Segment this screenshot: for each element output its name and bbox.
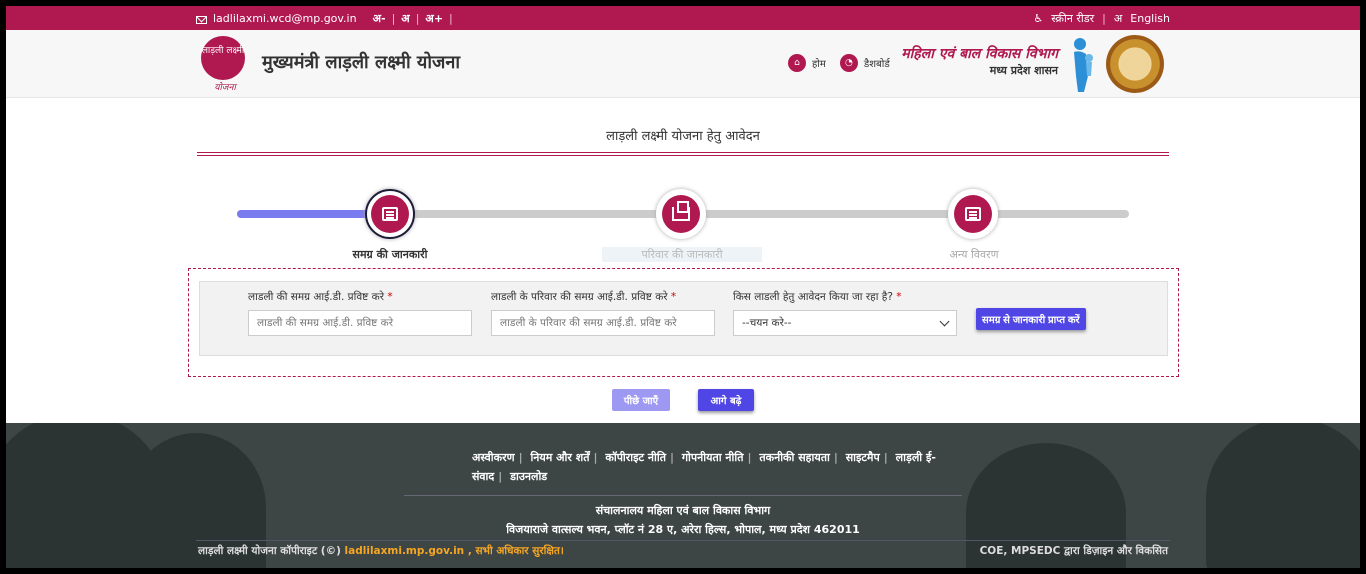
site-header: लाड़ली लक्ष्मी योजना मुख्यमंत्री लाड़ली …	[6, 30, 1360, 98]
footer-link-sitemap[interactable]: साइटमैप	[846, 451, 880, 464]
site-title: मुख्यमंत्री लाड़ली लक्ष्मी योजना	[262, 52, 461, 73]
page-frame: ladlilaxmi.wcd@mp.gov.in अ- | अ | अ+ | ♿…	[6, 6, 1360, 568]
home-icon[interactable]: ⌂	[788, 54, 806, 72]
next-button[interactable]: आगे बढ़े	[698, 389, 754, 411]
home-link[interactable]: होम	[812, 56, 826, 70]
list-icon	[965, 207, 981, 221]
font-normal-button[interactable]: अ	[401, 11, 409, 26]
email-link[interactable]: ladlilaxmi.wcd@mp.gov.in	[213, 12, 357, 25]
footer-link-support[interactable]: तकनीकी सहायता	[759, 451, 829, 464]
site-logo[interactable]: लाड़ली लक्ष्मी योजना	[201, 36, 249, 93]
site-footer: अस्वीकरण | नियम और शर्तें | कॉपीराइट नीति |…	[6, 423, 1360, 568]
step-1-circle[interactable]	[365, 189, 415, 239]
top-bar: ladlilaxmi.wcd@mp.gov.in अ- | अ | अ+ | ♿…	[6, 6, 1360, 30]
footer-link-privacy[interactable]: गोपनीयता नीति	[682, 451, 744, 464]
copyright-link[interactable]: ladlilaxmi.mp.gov.in , सभी अधिकार सुरक्ष…	[345, 545, 564, 557]
copyright-text: लाड़ली लक्ष्मी योजना कॉपीराइट (©) ladlil…	[198, 545, 564, 557]
list-icon	[382, 207, 398, 221]
step-2-label: परिवार की जानकारी	[602, 247, 762, 262]
mother-child-figure-icon	[1074, 38, 1093, 92]
step-3-label: अन्य विवरण	[949, 248, 999, 261]
form-panel: लाडली की समग्र आई.डी. प्रविष्ट करे * लाड…	[199, 281, 1168, 356]
applicant-select-value: --चयन करे--	[742, 317, 792, 329]
inbox-check-icon	[672, 201, 690, 221]
samagra-id-label: लाडली की समग्र आई.डी. प्रविष्ट करे *	[248, 291, 393, 303]
font-decrease-button[interactable]: अ-	[373, 11, 386, 26]
header-nav: ⌂ होम ◔ डैशबोर्ड	[788, 54, 890, 72]
footer-link-terms[interactable]: नियम और शर्तें	[530, 451, 589, 464]
samagra-id-field: लाडली की समग्र आई.डी. प्रविष्ट करे *	[248, 290, 474, 336]
logo-circle: लाड़ली लक्ष्मी	[201, 36, 245, 80]
family-samagra-id-field: लाडली के परिवार की समग्र आई.डी. प्रविष्ट…	[491, 290, 717, 336]
language-link[interactable]: English	[1130, 12, 1170, 25]
mp-government-emblem	[1106, 35, 1164, 93]
dashboard-icon[interactable]: ◔	[839, 54, 858, 72]
step-2-circle[interactable]	[656, 189, 706, 239]
dashboard-link[interactable]: डैशबोर्ड	[864, 56, 890, 70]
footer-address-line-2: विजयाराजे वात्सल्य भवन, प्लॉट नं 28 ए, अ…	[506, 523, 860, 536]
department-name: महिला एवं बाल विकास विभाग मध्य प्रदेश शा…	[892, 44, 1058, 78]
accessibility-icon: ♿	[1033, 12, 1044, 25]
footer-link-copyright[interactable]: कॉपीराइट नीति	[605, 451, 666, 464]
step-3-circle[interactable]	[948, 189, 998, 239]
family-samagra-id-label: लाडली के परिवार की समग्र आई.डी. प्रविष्ट…	[491, 291, 677, 303]
step-1-label: समग्र की जानकारी	[352, 248, 428, 261]
logo-script: योजना	[214, 83, 236, 93]
mail-icon	[196, 15, 207, 24]
language-icon: अ	[1113, 12, 1123, 25]
fetch-samagra-button[interactable]: समग्र से जानकारी प्राप्त करें	[976, 308, 1086, 330]
footer-links: अस्वीकरण | नियम और शर्तें | कॉपीराइट नीति |…	[472, 451, 936, 483]
family-samagra-id-input[interactable]	[491, 310, 715, 336]
form-title: लाड़ली लक्ष्मी योजना हेतु आवेदन	[606, 129, 760, 144]
title-divider	[197, 155, 1169, 156]
applicant-select[interactable]: --चयन करे--	[733, 310, 957, 336]
footer-link-disclaimer[interactable]: अस्वीकरण	[472, 451, 515, 464]
design-credit: COE, MPSEDC द्वारा डिज़ाइन और विकसित	[979, 545, 1168, 557]
footer-divider	[404, 495, 962, 496]
applicant-select-field: किस लाडली हेतु आवेदन किया जा रहा है? * -…	[733, 290, 959, 336]
title-divider	[197, 152, 1169, 153]
back-button[interactable]: पीछे जाएँ	[612, 389, 670, 411]
department-line-1: महिला एवं बाल विकास विभाग	[901, 46, 1058, 62]
footer-divider	[196, 540, 1170, 541]
department-line-2: मध्य प्रदेश शासन	[989, 64, 1058, 77]
footer-tree-decoration	[1206, 423, 1360, 568]
footer-address-line-1: संचालनालय महिला एवं बाल विकास विभाग	[595, 504, 771, 517]
footer-link-download[interactable]: डाउनलोड	[510, 470, 547, 483]
chevron-down-icon	[939, 316, 950, 326]
samagra-id-input[interactable]	[248, 310, 472, 336]
form-container: लाडली की समग्र आई.डी. प्रविष्ट करे * लाड…	[188, 268, 1179, 377]
font-increase-button[interactable]: अ+	[425, 11, 443, 26]
screen-reader-link[interactable]: स्क्रीन रीडर	[1051, 11, 1094, 26]
applicant-select-label: किस लाडली हेतु आवेदन किया जा रहा है? *	[733, 291, 902, 303]
